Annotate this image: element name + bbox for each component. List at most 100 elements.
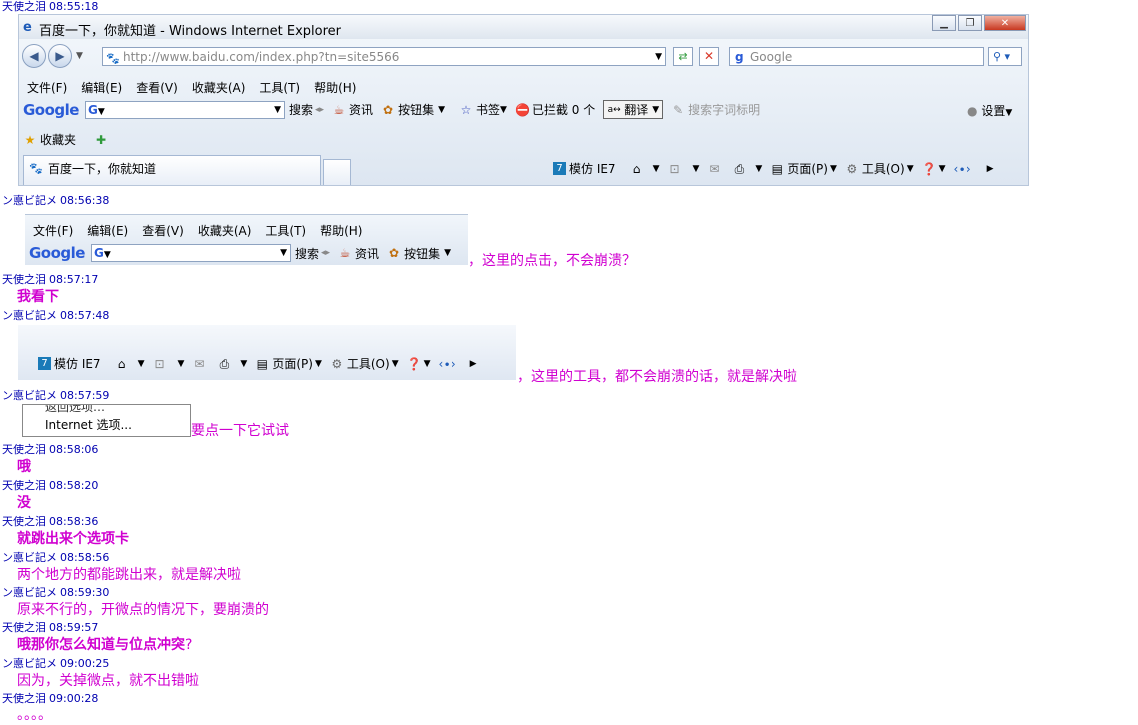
help-button[interactable]: ❓ ▼	[407, 357, 431, 371]
message-time: 08:57:17	[49, 273, 99, 286]
message-time: 08:58:56	[60, 551, 110, 564]
menu-help[interactable]: 帮助(H)	[314, 79, 356, 96]
favorites-button[interactable]: ★ 收藏夹	[23, 131, 76, 148]
gear-icon: ⚙	[331, 356, 343, 371]
snip-command-bar: 7 模仿 IE7 ⌂ ▼ ⊡ ▼ ✉ ⎙ ▼ ▤ 页面(P) ▼ ⚙ 工具(O) ▼ ❓ ▼ ‹∙…	[18, 325, 516, 380]
tools-menu-button[interactable]: ⚙ 工具(O) ▼	[845, 160, 913, 177]
page-menu-button[interactable]: ▤ 页面(P) ▼	[770, 160, 837, 177]
mail-button[interactable]: ✉	[192, 357, 209, 371]
menu-view[interactable]: 查看(V)	[142, 222, 184, 239]
google-g-button[interactable]: G	[92, 246, 104, 260]
sender-name: 天使之泪	[2, 515, 46, 528]
menu-favorites[interactable]: 收藏夹(A)	[198, 222, 252, 239]
google-search-button[interactable]: 搜索 ◂▸	[295, 245, 330, 262]
address-bar[interactable]: 🐾 http://www.baidu.com/index.php?tn=site…	[102, 47, 666, 66]
chevron-down-icon[interactable]: ▼	[274, 102, 281, 118]
popup-blocker-button[interactable]: ⛔ 已拦截 0 个	[515, 101, 595, 118]
translate-icon: a↔	[607, 104, 621, 115]
mail-icon: ✉	[709, 161, 720, 176]
menu-file[interactable]: 文件(F)	[33, 222, 73, 239]
page-menu-button[interactable]: ▤ 页面(P) ▼	[255, 355, 322, 372]
message-header: 天使之泪 08:58:36	[2, 515, 98, 528]
chevron-down-icon[interactable]: ▼	[76, 51, 83, 61]
menu-tools[interactable]: 工具(T)	[265, 222, 306, 239]
home-icon: ⌂	[117, 356, 126, 371]
message-header: 天使之泪 08:58:20	[2, 479, 98, 492]
bookmarks-button[interactable]: ☆ 书签 ▼	[459, 101, 507, 118]
sender-name: ン悳ビ記メ	[2, 309, 57, 322]
chevron-right-icon[interactable]: ▶	[987, 164, 994, 174]
minimize-icon[interactable]: ▁	[932, 15, 956, 31]
buttons-icon: ✿	[389, 246, 400, 260]
message-time: 08:58:36	[49, 515, 99, 528]
mimic-ie7-button[interactable]: 7 模仿 IE7	[38, 355, 101, 372]
print-button[interactable]: ⎙ ▼	[732, 162, 763, 176]
message-time: 08:58:20	[49, 479, 99, 492]
menu-item-partial[interactable]: 返回选项…	[45, 405, 105, 415]
google-search-field[interactable]: G▼ ▼	[84, 100, 285, 119]
sender-name: 天使之泪	[2, 479, 46, 492]
window-title: 百度一下，你就知道 - Windows Internet Explorer	[39, 24, 341, 39]
stop-icon[interactable]: ✕	[699, 47, 719, 66]
message-text: ，这里的点击，不会崩溃？	[468, 253, 636, 269]
refresh-icon[interactable]: ⇄	[673, 47, 693, 66]
search-icon[interactable]: ⚲ ▾	[988, 47, 1022, 66]
print-button[interactable]: ⎙ ▼	[217, 356, 248, 371]
snip-google-toolbar: Google G▼ ▼ 搜索 ◂▸ ☕ 资讯 ✿ 按钮集 ▼	[29, 244, 459, 262]
mimic-ie7-button[interactable]: 7 模仿 IE7	[553, 160, 616, 177]
chevron-down-icon[interactable]: ▼	[280, 245, 287, 261]
google-search-field[interactable]: G▼ ▼	[90, 244, 291, 262]
tab-label: 百度一下，你就知道	[48, 162, 157, 176]
search-input[interactable]: g Google	[729, 47, 984, 66]
close-icon[interactable]: ✕	[984, 15, 1026, 31]
tools-menu-button[interactable]: ⚙ 工具(O) ▼	[330, 355, 398, 372]
settings-button[interactable]: ● 设置▼	[967, 102, 1012, 119]
forward-icon[interactable]: ▶	[48, 44, 72, 68]
menu-view[interactable]: 查看(V)	[136, 79, 178, 96]
chevron-right-icon[interactable]: ▶	[470, 359, 477, 369]
buttons-button[interactable]: ✿ 按钮集 ▼	[381, 101, 445, 118]
print-icon: ⎙	[219, 356, 230, 371]
new-tab-button[interactable]	[323, 159, 351, 185]
menu-help[interactable]: 帮助(H)	[320, 222, 362, 239]
chevron-down-icon[interactable]: ▼	[655, 48, 662, 67]
news-button[interactable]: ☕ 资讯	[338, 245, 379, 262]
window-controls: ▁ ❐ ✕	[930, 15, 1026, 31]
page-icon: ▤	[256, 356, 269, 371]
buttons-button[interactable]: ✿ 按钮集 ▼	[387, 245, 451, 262]
highlighter-icon: ✎	[673, 102, 684, 117]
menu-favorites[interactable]: 收藏夹(A)	[192, 79, 246, 96]
menu-item-internet-options[interactable]: Internet 选项...	[45, 416, 132, 433]
ie-window-screenshot: e 百度一下，你就知道 - Windows Internet Explorer …	[18, 14, 1029, 186]
page-icon: ▤	[771, 161, 784, 176]
add-favorite-icon[interactable]: ✚	[94, 133, 108, 147]
home-icon: ⌂	[632, 161, 641, 176]
ie-logo-icon: e	[23, 20, 32, 35]
message-time: 08:56:38	[60, 194, 110, 207]
google-g-button[interactable]: G	[86, 103, 98, 117]
menu-edit[interactable]: 编辑(E)	[87, 222, 128, 239]
home-button[interactable]: ⌂ ▼	[115, 357, 145, 371]
menu-file[interactable]: 文件(F)	[27, 79, 67, 96]
research-icon[interactable]: ‹∙›	[954, 162, 971, 176]
tab-baidu[interactable]: 🐾 百度一下，你就知道	[23, 155, 321, 185]
feeds-button[interactable]: ⊡ ▼	[153, 357, 184, 371]
menu-edit[interactable]: 编辑(E)	[81, 79, 122, 96]
feeds-button[interactable]: ⊡ ▼	[668, 162, 699, 176]
mail-button[interactable]: ✉	[707, 162, 724, 176]
help-button[interactable]: ❓ ▼	[922, 162, 946, 176]
sender-name: 天使之泪	[2, 443, 46, 456]
news-button[interactable]: ☕ 资讯	[332, 101, 373, 118]
message-header: ン悳ビ記メ 09:00:25	[2, 657, 109, 670]
google-search-button[interactable]: 搜索 ◂▸	[289, 101, 324, 118]
highlight-button[interactable]: ✎ 搜索字词标明	[671, 101, 760, 118]
research-icon[interactable]: ‹∙›	[439, 357, 456, 371]
message-time: 08:55:18	[49, 0, 99, 13]
ie-title-bar: e 百度一下，你就知道 - Windows Internet Explorer …	[19, 15, 1028, 39]
home-button[interactable]: ⌂ ▼	[630, 162, 660, 176]
restore-icon[interactable]: ❐	[958, 15, 982, 31]
ie7-badge: 7	[38, 357, 51, 370]
back-icon[interactable]: ◀	[22, 44, 46, 68]
menu-tools[interactable]: 工具(T)	[259, 79, 300, 96]
translate-button[interactable]: a↔ 翻译 ▼	[603, 100, 664, 119]
